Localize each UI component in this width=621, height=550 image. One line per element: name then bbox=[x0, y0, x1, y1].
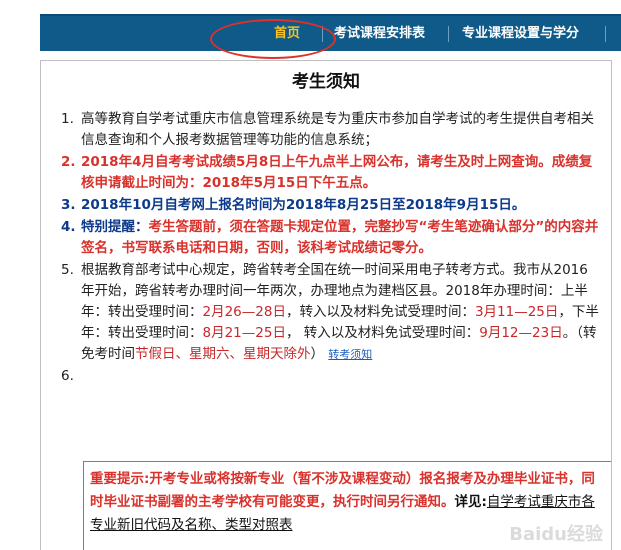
notice-item-5: 5. 根据教育部考试中心规定，跨省转考全国在统一时间采用电子转考方式。我市从20… bbox=[61, 262, 599, 362]
notice-list: 1. 高等教育自学考试重庆市信息管理系统是专为重庆市参加自学考试的考生提供自考相… bbox=[61, 109, 601, 384]
notice-panel: 考生须知 1. 高等教育自学考试重庆市信息管理系统是专为重庆市参加自学考试的考生… bbox=[40, 60, 612, 550]
special-reminder-label: 特别提醒： bbox=[81, 219, 149, 235]
nav-separator bbox=[448, 26, 449, 42]
notice-item-2: 2. 2018年4月自考考试成绩5月8日上午九点半上网公布，请考生及时上网查询。… bbox=[61, 154, 593, 191]
top-strip bbox=[0, 0, 621, 14]
detail-label: 详见: bbox=[454, 494, 487, 510]
nav-exam-schedule[interactable]: 考试课程安排表 bbox=[334, 16, 425, 51]
notice-item-3: 3. 2018年10月自考网上报名时间为2018年8月25日至2018年9月15… bbox=[61, 197, 526, 213]
nav-major-courses[interactable]: 专业课程设置与学分 bbox=[462, 16, 579, 51]
nav-separator bbox=[605, 26, 606, 42]
watermark-logo: Baidu经验 bbox=[509, 524, 603, 545]
notice-title: 考生须知 bbox=[292, 72, 360, 92]
transfer-notice-link[interactable]: 转考须知 bbox=[328, 348, 372, 361]
highlight-circle bbox=[210, 19, 336, 59]
notice-item-1: 1. 高等教育自学考试重庆市信息管理系统是专为重庆市参加自学考试的考生提供自考相… bbox=[61, 111, 594, 148]
notice-item-4: 4. 特别提醒：考生答题前，须在答题卡规定位置，完整抄写“考生笔迹确认部分”的内… bbox=[61, 219, 599, 256]
